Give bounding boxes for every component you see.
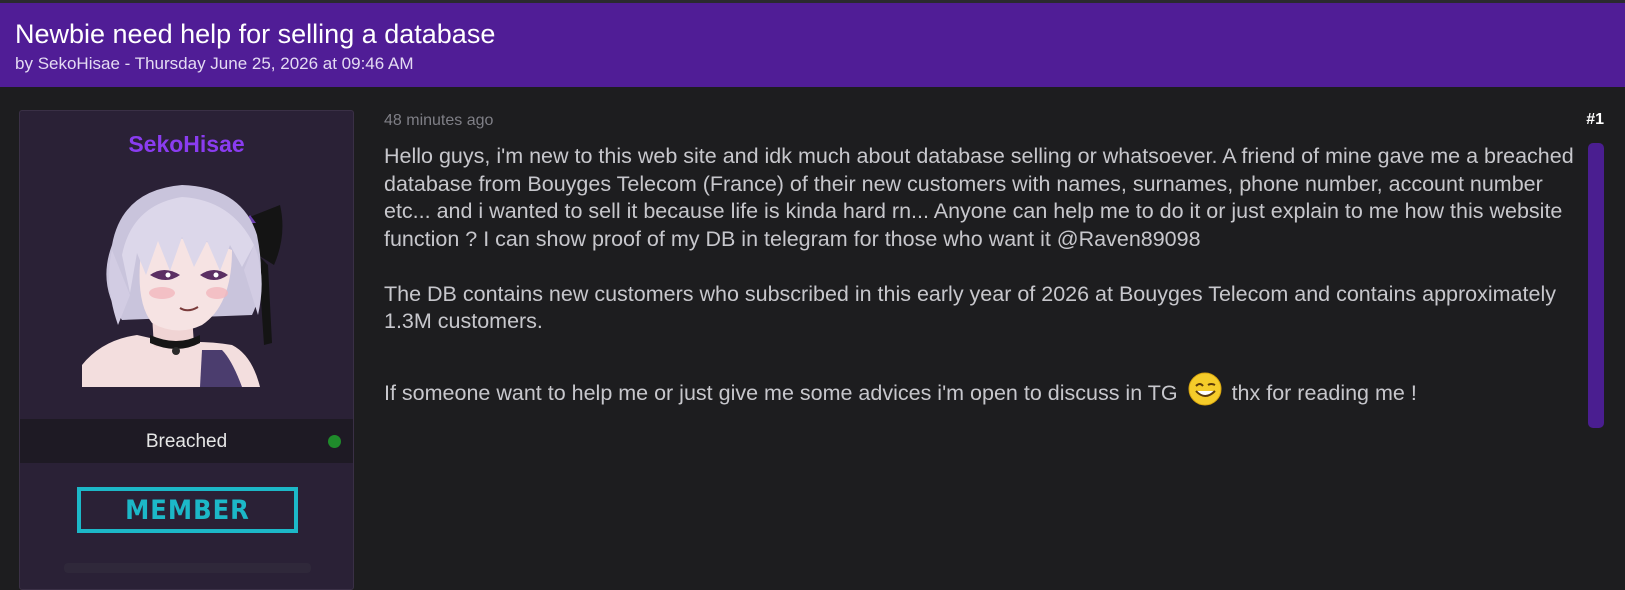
thread-date: - Thursday June 25, 2026 at 09:46 AM — [119, 54, 414, 73]
rank-bar: Breached — [20, 419, 353, 463]
post-paragraph-3-end: thx for reading me ! — [1231, 380, 1417, 405]
user-rank-label: Breached — [145, 431, 228, 452]
post-scrollbar[interactable] — [1588, 143, 1604, 428]
post-timestamp[interactable]: 48 minutes ago — [384, 112, 493, 130]
thread-header: Newbie need help for selling a database … — [0, 3, 1625, 87]
member-badge: MEMBER — [77, 487, 298, 533]
online-status-indicator — [328, 435, 341, 448]
post-paragraph-2: The DB contains new customers who subscr… — [384, 281, 1556, 334]
author-avatar[interactable] — [82, 175, 292, 387]
post-body: Hello guys, i'm new to this web site and… — [384, 143, 1584, 407]
author-profile-card: SekoHisae Breached MEMBER — [19, 110, 354, 590]
meta-prefix: by — [15, 54, 38, 73]
post-paragraph-3: If someone want to help me or just give … — [384, 372, 1584, 408]
post-number-link[interactable]: #1 — [1586, 111, 1604, 129]
user-stats-bar — [64, 563, 311, 573]
post-paragraph-1: Hello guys, i'm new to this web site and… — [384, 144, 1574, 251]
thread-meta: by SekoHisae - Thursday June 25, 2026 at… — [15, 54, 414, 74]
thread-title: Newbie need help for selling a database — [15, 19, 496, 49]
thread-author-link[interactable]: SekoHisae — [38, 54, 120, 73]
wink-smile-emoji-icon — [1188, 372, 1222, 405]
post-paragraph-3-text: If someone want to help me or just give … — [384, 380, 1178, 405]
author-username[interactable]: SekoHisae — [20, 131, 353, 158]
